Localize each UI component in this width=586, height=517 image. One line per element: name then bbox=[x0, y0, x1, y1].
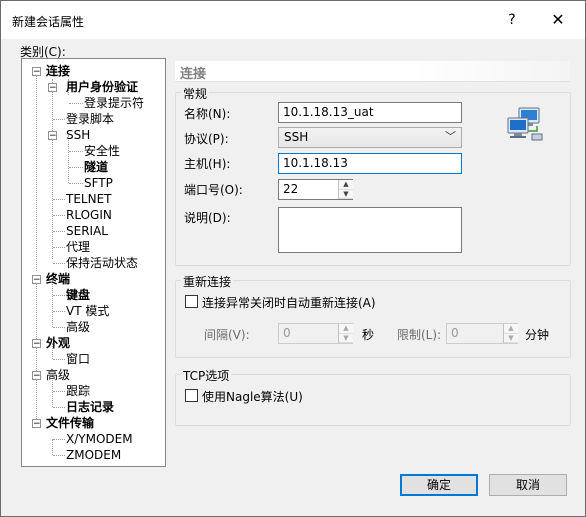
tree-item-tunnel[interactable]: 隧道 bbox=[84, 159, 108, 175]
description-label: 说明(D): bbox=[184, 211, 231, 225]
close-button[interactable]: ✕ bbox=[535, 1, 581, 39]
tree-item-window[interactable]: 窗口 bbox=[66, 351, 90, 367]
tree-item-proxy[interactable]: 代理 bbox=[66, 239, 90, 255]
interval-value: 0 bbox=[283, 326, 291, 340]
port-label: 端口号(O): bbox=[184, 183, 243, 197]
tree-item-security[interactable]: 安全性 bbox=[84, 143, 120, 159]
port-spinner[interactable]: ▲ ▼ bbox=[338, 180, 353, 199]
tree-item-advanced[interactable]: 高级 bbox=[46, 367, 70, 383]
tree-item-login-prompt[interactable]: 登录提示符 bbox=[84, 95, 144, 111]
name-input[interactable]: 10.1.18.13_uat bbox=[278, 102, 462, 123]
tree-item-serial[interactable]: SERIAL bbox=[66, 223, 108, 239]
protocol-label: 协议(P): bbox=[184, 132, 229, 146]
tree-item-appearance[interactable]: 外观 bbox=[46, 335, 70, 351]
limit-label: 限制(L): bbox=[397, 328, 442, 342]
expand-ssh-icon[interactable]: − bbox=[48, 131, 57, 141]
expand-file-transfer-icon[interactable]: − bbox=[32, 419, 41, 429]
expand-auth-icon[interactable]: − bbox=[48, 83, 57, 93]
tree-item-login-script[interactable]: 登录脚本 bbox=[66, 111, 114, 127]
expand-terminal-icon[interactable]: − bbox=[32, 275, 41, 285]
description-textarea[interactable] bbox=[278, 207, 462, 253]
tree-item-ssh[interactable]: SSH bbox=[66, 127, 90, 143]
section-title: 连接 bbox=[180, 67, 207, 82]
spin-down-icon[interactable]: ▼ bbox=[339, 334, 353, 343]
spin-down-icon[interactable]: ▼ bbox=[339, 190, 353, 199]
help-button[interactable]: ? bbox=[489, 1, 535, 39]
limit-spinner[interactable]: ▲ ▼ bbox=[503, 324, 518, 343]
expand-appearance-icon[interactable]: − bbox=[32, 339, 41, 349]
spin-up-icon[interactable]: ▲ bbox=[339, 324, 353, 334]
spin-up-icon[interactable]: ▲ bbox=[339, 180, 353, 190]
expand-connection-icon[interactable]: − bbox=[32, 67, 41, 77]
tree-item-terminal-advanced[interactable]: 高级 bbox=[66, 319, 90, 335]
spin-down-icon[interactable]: ▼ bbox=[504, 334, 518, 343]
interval-unit: 秒 bbox=[362, 328, 375, 342]
interval-spinner[interactable]: ▲ ▼ bbox=[338, 324, 353, 343]
tree-item-auth[interactable]: 用户身份验证 bbox=[66, 79, 138, 95]
tree-item-logging[interactable]: 日志记录 bbox=[66, 399, 114, 415]
network-computers-icon bbox=[507, 107, 543, 141]
session-properties-dialog: 新建会话属性 ? ✕ 类别(C): − − − − − − − 连接 用户身份验… bbox=[0, 0, 586, 517]
limit-value: 0 bbox=[451, 326, 459, 340]
tree-item-file-transfer[interactable]: 文件传输 bbox=[46, 415, 94, 431]
tree-item-telnet[interactable]: TELNET bbox=[66, 191, 112, 207]
spin-up-icon[interactable]: ▲ bbox=[504, 324, 518, 334]
chevron-down-icon: ﹀ bbox=[445, 130, 456, 143]
reconnect-group bbox=[175, 280, 571, 358]
protocol-select[interactable]: SSH ﹀ bbox=[278, 127, 462, 148]
tree-item-keepalive[interactable]: 保持活动状态 bbox=[66, 255, 138, 271]
tree-item-connection[interactable]: 连接 bbox=[46, 63, 70, 79]
tree-item-sftp[interactable]: SFTP bbox=[84, 175, 113, 191]
nagle-checkbox[interactable] bbox=[185, 389, 198, 402]
tree-item-vt-mode[interactable]: VT 模式 bbox=[66, 303, 109, 319]
auto-reconnect-label[interactable]: 连接异常关闭时自动重新连接(A) bbox=[202, 294, 376, 311]
name-label: 名称(N): bbox=[184, 107, 231, 121]
tree-item-rlogin[interactable]: RLOGIN bbox=[66, 207, 112, 223]
tree-item-zmodem[interactable]: ZMODEM bbox=[66, 447, 121, 463]
cancel-button[interactable]: 取消 bbox=[489, 474, 567, 496]
port-value: 22 bbox=[283, 182, 299, 196]
interval-label: 间隔(V): bbox=[204, 328, 250, 342]
host-label: 主机(H): bbox=[184, 157, 231, 171]
category-tree[interactable]: − − − − − − − 连接 用户身份验证 登录提示符 登录脚本 SSH 安… bbox=[21, 58, 166, 467]
protocol-value: SSH bbox=[284, 130, 309, 144]
section-header: 连接 bbox=[175, 61, 570, 82]
expand-advanced-icon[interactable]: − bbox=[32, 371, 41, 381]
title-bar: 新建会话属性 ? ✕ bbox=[1, 1, 585, 39]
tree-item-keyboard[interactable]: 键盘 bbox=[66, 287, 90, 303]
reconnect-group-title: 重新连接 bbox=[181, 273, 234, 290]
tcp-group-title: TCP选项 bbox=[181, 367, 232, 384]
host-input[interactable]: 10.1.18.13 bbox=[278, 153, 462, 174]
nagle-label[interactable]: 使用Nagle算法(U) bbox=[202, 388, 303, 405]
tree-item-trace[interactable]: 跟踪 bbox=[66, 383, 90, 399]
tree-item-terminal[interactable]: 终端 bbox=[46, 271, 70, 287]
limit-unit: 分钟 bbox=[525, 328, 550, 342]
auto-reconnect-checkbox[interactable] bbox=[185, 295, 198, 308]
general-group-title: 常规 bbox=[181, 85, 210, 102]
window-title: 新建会话属性 bbox=[12, 15, 85, 29]
tree-item-xymodem[interactable]: X/YMODEM bbox=[66, 431, 133, 447]
ok-button[interactable]: 确定 bbox=[400, 474, 478, 496]
